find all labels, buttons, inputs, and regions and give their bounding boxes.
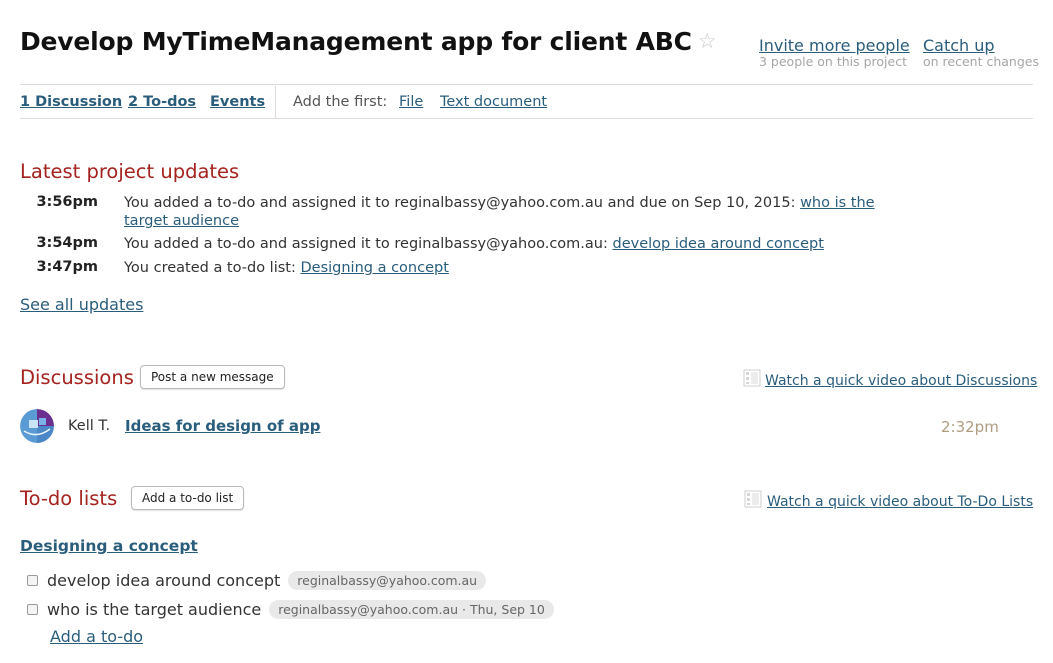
avatar <box>20 409 54 443</box>
header-divider <box>20 84 1033 85</box>
update-text: You created a to-do list: Designing a co… <box>124 259 914 277</box>
nav-divider <box>20 118 1033 119</box>
discussions-video-link[interactable]: Watch a quick video about Discussions <box>765 373 1037 389</box>
update-list-link[interactable]: Designing a concept <box>300 260 448 276</box>
post-new-message-button[interactable]: Post a new message <box>140 365 285 389</box>
invite-people-subtext: 3 people on this project <box>759 54 907 69</box>
nav-todos-link[interactable]: 2 To-dos <box>128 94 196 110</box>
project-title-text: Develop MyTimeManagement app for client … <box>20 27 692 56</box>
update-todo-link[interactable]: develop idea around concept <box>612 236 823 252</box>
discussion-time: 2:32pm <box>941 418 999 436</box>
todos-video-link[interactable]: Watch a quick video about To-Do Lists <box>767 494 1033 510</box>
todo-text[interactable]: develop idea around concept <box>47 571 280 590</box>
todo-item: develop idea around concept reginalbassy… <box>27 568 487 592</box>
add-file-link[interactable]: File <box>399 94 423 110</box>
add-text-document-link[interactable]: Text document <box>440 94 547 110</box>
updates-heading: Latest project updates <box>20 160 240 183</box>
update-time: 3:56pm <box>36 194 98 210</box>
add-first-label: Add the first: <box>293 94 388 110</box>
star-icon[interactable]: ☆ <box>698 29 717 53</box>
avatar-image <box>20 409 54 443</box>
add-todo-link[interactable]: Add a to-do <box>50 627 143 646</box>
todo-list-title-link[interactable]: Designing a concept <box>20 537 198 555</box>
update-time: 3:47pm <box>36 259 98 275</box>
todo-assignee-badge: reginalbassy@yahoo.com.au <box>288 570 487 590</box>
video-icon <box>744 490 762 508</box>
update-description: You added a to-do and assigned it to reg… <box>124 195 801 211</box>
update-time: 3:54pm <box>36 235 98 251</box>
see-all-updates-link[interactable]: See all updates <box>20 295 143 314</box>
project-title: Develop MyTimeManagement app for client … <box>20 27 717 56</box>
invite-people-link[interactable]: Invite more people <box>759 36 910 55</box>
update-description: You created a to-do list: <box>124 260 301 276</box>
todo-assignee-badge: reginalbassy@yahoo.com.au · Thu, Sep 10 <box>269 599 554 619</box>
catch-up-link[interactable]: Catch up <box>923 36 995 55</box>
discussions-heading: Discussions <box>20 366 134 389</box>
add-todo-list-button[interactable]: Add a to-do list <box>131 486 245 510</box>
update-text: You added a to-do and assigned it to reg… <box>124 235 914 253</box>
video-icon <box>743 369 761 387</box>
nav-discussions-link[interactable]: 1 Discussion <box>20 94 122 110</box>
todo-item: who is the target audience reginalbassy@… <box>27 597 554 621</box>
discussion-title-link[interactable]: Ideas for design of app <box>125 417 320 435</box>
todo-checkbox[interactable] <box>27 603 38 615</box>
nav-separator <box>275 86 276 118</box>
todo-checkbox[interactable] <box>27 574 38 586</box>
nav-events-link[interactable]: Events <box>210 94 265 110</box>
todo-lists-heading: To-do lists <box>20 487 118 510</box>
update-description: You added a to-do and assigned it to reg… <box>124 236 613 252</box>
update-text: You added a to-do and assigned it to reg… <box>124 194 894 230</box>
discussion-author: Kell T. <box>68 418 111 434</box>
catch-up-subtext: on recent changes <box>923 54 1039 69</box>
todo-text[interactable]: who is the target audience <box>47 600 261 619</box>
